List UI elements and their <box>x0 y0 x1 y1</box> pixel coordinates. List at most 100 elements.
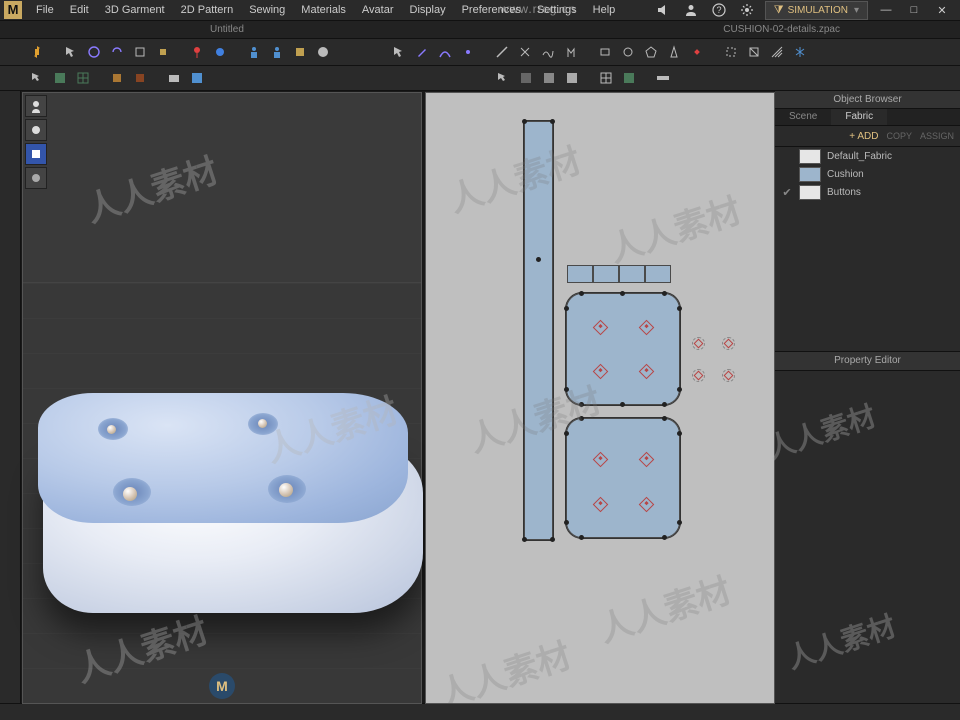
fabric-item-default[interactable]: Default_Fabric <box>775 147 960 165</box>
fabric-name: Buttons <box>827 187 861 198</box>
pattern-bottom-panel[interactable] <box>566 418 680 538</box>
button-marker[interactable] <box>722 369 735 382</box>
tool-2d-notch-icon[interactable] <box>561 42 581 62</box>
tool-2d-dart-icon[interactable] <box>664 42 684 62</box>
assign-button[interactable]: ASSIGN <box>920 131 954 141</box>
avatar-xray-icon[interactable] <box>25 143 47 165</box>
view3d-mesh-icon[interactable] <box>73 68 93 88</box>
copy-button[interactable]: COPY <box>886 131 912 141</box>
avatar-show-icon[interactable] <box>25 95 47 117</box>
tool-tack-icon[interactable] <box>210 42 230 62</box>
watermark: 人人素材 <box>442 133 586 222</box>
avatar-display-strip <box>25 95 47 189</box>
pattern-tab[interactable] <box>593 265 619 283</box>
avatar-bone-icon[interactable] <box>25 167 47 189</box>
window-close-icon[interactable]: ✕ <box>933 1 951 19</box>
status-bar <box>0 703 960 720</box>
tool-select-icon[interactable] <box>61 42 81 62</box>
tool-pin-icon[interactable] <box>187 42 207 62</box>
user-icon[interactable] <box>682 1 700 19</box>
button-marker[interactable] <box>722 337 735 350</box>
tool-button-icon[interactable] <box>313 42 333 62</box>
toolbar-view <box>0 66 960 91</box>
tool-2d-trace-icon[interactable] <box>721 42 741 62</box>
right-panel: Object Browser Scene Fabric + ADD COPY A… <box>775 91 960 703</box>
avatar-head-icon[interactable] <box>25 119 47 141</box>
tool-2d-free-icon[interactable] <box>538 42 558 62</box>
view2d-shade2-icon[interactable] <box>539 68 559 88</box>
tool-2d-seg-icon[interactable] <box>492 42 512 62</box>
window-max-icon[interactable]: □ <box>905 1 923 19</box>
tool-avatar2-icon[interactable] <box>267 42 287 62</box>
tool-2d-fold-icon[interactable] <box>744 42 764 62</box>
fabric-swatch <box>799 167 821 182</box>
tab-untitled[interactable]: Untitled <box>180 24 274 35</box>
view3d-cursor-icon[interactable] <box>27 68 47 88</box>
simulation-button[interactable]: ⧩SIMULATION▾ <box>765 1 868 20</box>
visibility-toggle[interactable]: ✔ <box>781 186 793 199</box>
menu-help[interactable]: Help <box>585 4 624 16</box>
sound-icon[interactable] <box>654 1 672 19</box>
menu-2d-pattern[interactable]: 2D Pattern <box>173 4 242 16</box>
tool-sync-icon[interactable] <box>27 42 47 62</box>
tool-box-icon[interactable] <box>290 42 310 62</box>
fabric-item-cushion[interactable]: Cushion <box>775 165 960 183</box>
pattern-tab[interactable] <box>567 265 593 283</box>
pattern-top-panel[interactable] <box>566 293 680 405</box>
tool-avatar1-icon[interactable] <box>244 42 264 62</box>
menu-materials[interactable]: Materials <box>293 4 354 16</box>
view2d-ruler-icon[interactable] <box>653 68 673 88</box>
tool-2d-ip-icon[interactable] <box>687 42 707 62</box>
view2d-grid-icon[interactable] <box>596 68 616 88</box>
menu-display[interactable]: Display <box>402 4 454 16</box>
view3d-shade-icon[interactable] <box>50 68 70 88</box>
view2d-info-icon[interactable] <box>619 68 639 88</box>
tab-fabric[interactable]: Fabric <box>831 109 887 125</box>
tool-move-icon[interactable] <box>84 42 104 62</box>
view3d-strain-icon[interactable] <box>107 68 127 88</box>
fabric-item-buttons[interactable]: ✔ Buttons <box>775 183 960 201</box>
tool-2d-rect-icon[interactable] <box>595 42 615 62</box>
viewport-3d[interactable]: 人人素材 人人素材 人人素材 M <box>22 92 422 704</box>
tool-2d-select-icon[interactable] <box>389 42 409 62</box>
window-min-icon[interactable]: — <box>877 1 895 19</box>
tool-2d-sew-icon[interactable] <box>515 42 535 62</box>
view2d-shade3-icon[interactable] <box>562 68 582 88</box>
browser-actions: + ADD COPY ASSIGN <box>775 126 960 147</box>
tool-2d-sym-icon[interactable] <box>790 42 810 62</box>
button-marker[interactable] <box>692 337 705 350</box>
view3d-render-icon[interactable] <box>187 68 207 88</box>
tool-2d-poly-icon[interactable] <box>641 42 661 62</box>
tool-rotate-icon[interactable] <box>107 42 127 62</box>
pattern-tab[interactable] <box>619 265 645 283</box>
menu-edit[interactable]: Edit <box>62 4 97 16</box>
tab-scene[interactable]: Scene <box>775 109 831 125</box>
fabric-swatch <box>799 149 821 164</box>
menu-file[interactable]: File <box>28 4 62 16</box>
button-marker[interactable] <box>692 369 705 382</box>
tool-2d-grade-icon[interactable] <box>767 42 787 62</box>
add-button[interactable]: + ADD <box>849 131 878 142</box>
pattern-tab[interactable] <box>645 265 671 283</box>
menu-avatar[interactable]: Avatar <box>354 4 402 16</box>
tool-2d-circle-icon[interactable] <box>618 42 638 62</box>
settings-icon[interactable] <box>738 1 756 19</box>
tool-2d-curve-icon[interactable] <box>435 42 455 62</box>
tab-file[interactable]: CUSHION-02-details.zpac <box>693 24 960 35</box>
tool-2d-edit-icon[interactable] <box>412 42 432 62</box>
tool-2d-point-icon[interactable] <box>458 42 478 62</box>
view3d-stress-icon[interactable] <box>130 68 150 88</box>
watermark: 人人素材 <box>782 605 901 678</box>
view3d-camera-icon[interactable] <box>164 68 184 88</box>
watermark: 人人素材 <box>762 395 881 468</box>
menu-sewing[interactable]: Sewing <box>241 4 293 16</box>
menu-3d-garment[interactable]: 3D Garment <box>97 4 173 16</box>
viewport-2d[interactable]: 人人素材 人人素材 人人素材 人人素材 人人素材 <box>425 92 775 704</box>
view2d-cursor-icon[interactable] <box>493 68 513 88</box>
tool-gizmo-icon[interactable] <box>153 42 173 62</box>
view2d-shade1-icon[interactable] <box>516 68 536 88</box>
help-icon[interactable]: ? <box>710 1 728 19</box>
property-editor-header[interactable]: Property Editor <box>775 351 960 371</box>
tool-scale-icon[interactable] <box>130 42 150 62</box>
pattern-strip[interactable] <box>524 121 553 540</box>
